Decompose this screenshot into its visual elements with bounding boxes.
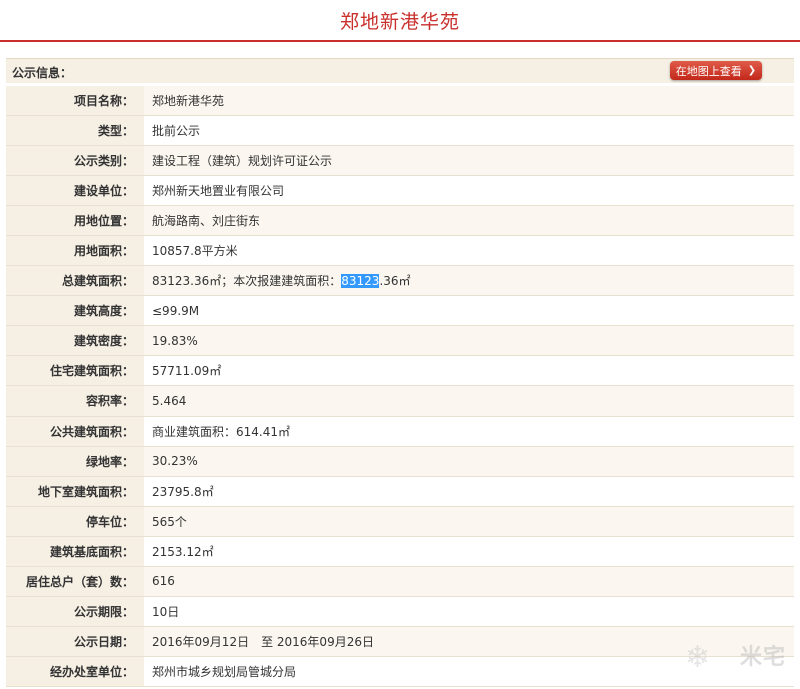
table-row: 建筑基底面积： 2153.12㎡ xyxy=(6,536,794,567)
row-value: 郑地新港华苑 xyxy=(152,94,225,109)
row-label: 建筑基底面积： xyxy=(6,536,144,566)
row-value: 10857.8平方米 xyxy=(152,244,238,259)
row-label: 绿地率： xyxy=(6,446,144,476)
row-value: 批前公示 xyxy=(152,124,201,139)
page-title: 郑地新港华苑 xyxy=(339,10,460,33)
snowflake-icon: ❄ xyxy=(684,640,710,675)
table-row: 项目名称： 郑地新港华苑 xyxy=(6,86,794,117)
row-label: 公共建筑面积： xyxy=(6,416,144,446)
table-row: 地下室建筑面积： 23795.8㎡ xyxy=(6,476,794,507)
view-on-map-label: 在地图上查看 xyxy=(675,64,742,78)
info-table: 项目名称： 郑地新港华苑 类型： 批前公示 公示类别： 建设工程（建筑）规划许可… xyxy=(6,86,794,687)
row-value: ≤99.9M xyxy=(152,303,200,318)
row-label: 建设单位： xyxy=(6,176,144,206)
row-label: 用地位置： xyxy=(6,206,144,236)
row-label: 居住总户（套）数： xyxy=(6,566,144,596)
table-row: 住宅建筑面积： 57711.09㎡ xyxy=(6,356,794,387)
watermark-text: 米宅 xyxy=(739,645,786,670)
row-label: 项目名称： xyxy=(6,86,144,116)
row-value: 19.83% xyxy=(152,333,198,348)
row-value: 565个 xyxy=(152,514,187,529)
table-row: 停车位： 565个 xyxy=(6,506,794,537)
chevron-right-icon: ❯ xyxy=(747,65,757,76)
table-row: 建设单位： 郑州新天地置业有限公司 xyxy=(6,176,794,207)
row-label: 容积率： xyxy=(6,386,144,416)
table-row: 经办处室单位： 郑州市城乡规划局管城分局 xyxy=(6,656,794,687)
row-value: 83123.36㎡；本次报建建筑面积： 83123.36㎡ xyxy=(144,266,794,295)
table-row: 容积率： 5.464 xyxy=(6,386,794,417)
info-header: 公示信息： 在地图上查看 ❯ xyxy=(6,58,794,83)
row-label: 公示期限： xyxy=(6,596,144,626)
row-value: 商业建筑面积：614.41㎡ xyxy=(152,424,290,439)
table-row: 用地面积： 10857.8平方米 xyxy=(6,236,794,267)
row-value: 5.464 xyxy=(152,393,187,408)
row-label: 公示类别： xyxy=(6,146,144,176)
row-label: 建筑密度： xyxy=(6,326,144,356)
row-value: 建设工程（建筑）规划许可证公示 xyxy=(152,154,333,169)
row-value: 郑州新天地置业有限公司 xyxy=(152,184,285,199)
row-value: 10日 xyxy=(152,604,180,619)
view-on-map-button[interactable]: 在地图上查看 ❯ xyxy=(670,61,762,80)
table-row: 建筑密度： 19.83% xyxy=(6,326,794,357)
row-value-main: 83123.36㎡；本次报建建筑面积： xyxy=(152,274,342,289)
row-value: 30.23% xyxy=(152,454,198,469)
row-value: 航海路南、刘庄街东 xyxy=(152,214,261,229)
info-section-label: 公示信息： xyxy=(12,66,73,80)
table-row: 公示期限： 10日 xyxy=(6,596,794,627)
row-label: 总建筑面积： xyxy=(6,266,144,296)
table-row: 建筑高度： ≤99.9M xyxy=(6,296,794,327)
table-row: 居住总户（套）数： 616 xyxy=(6,566,794,597)
table-row: 用地位置： 航海路南、刘庄街东 xyxy=(6,206,794,237)
table-row: 绿地率： 30.23% xyxy=(6,446,794,477)
row-label: 停车位： xyxy=(6,506,144,536)
row-label: 用地面积： xyxy=(6,236,144,266)
row-value: 57711.09㎡ xyxy=(152,364,222,379)
table-row: 公示日期： 2016年09月12日 至 2016年09月26日 xyxy=(6,626,794,657)
table-row: 公示类别： 建设工程（建筑）规划许可证公示 xyxy=(6,146,794,177)
table-row: 类型： 批前公示 xyxy=(6,116,794,147)
row-value: 23795.8㎡ xyxy=(152,484,214,499)
selected-text[interactable]: 83123 xyxy=(341,273,380,288)
row-label: 建筑高度： xyxy=(6,296,144,326)
title-bar: 郑地新港华苑 xyxy=(0,0,800,42)
row-value-tail: .36㎡ xyxy=(379,274,411,289)
row-value: 616 xyxy=(152,574,175,589)
row-label: 公示日期： xyxy=(6,626,144,656)
row-label: 类型： xyxy=(6,116,144,146)
row-value: 2153.12㎡ xyxy=(152,544,214,559)
table-row: 公共建筑面积： 商业建筑面积：614.41㎡ xyxy=(6,416,794,447)
row-label: 经办处室单位： xyxy=(6,656,144,686)
table-row: 总建筑面积： 83123.36㎡；本次报建建筑面积： 83123.36㎡ xyxy=(6,266,794,297)
row-label: 住宅建筑面积： xyxy=(6,356,144,386)
row-label: 地下室建筑面积： xyxy=(6,476,144,506)
